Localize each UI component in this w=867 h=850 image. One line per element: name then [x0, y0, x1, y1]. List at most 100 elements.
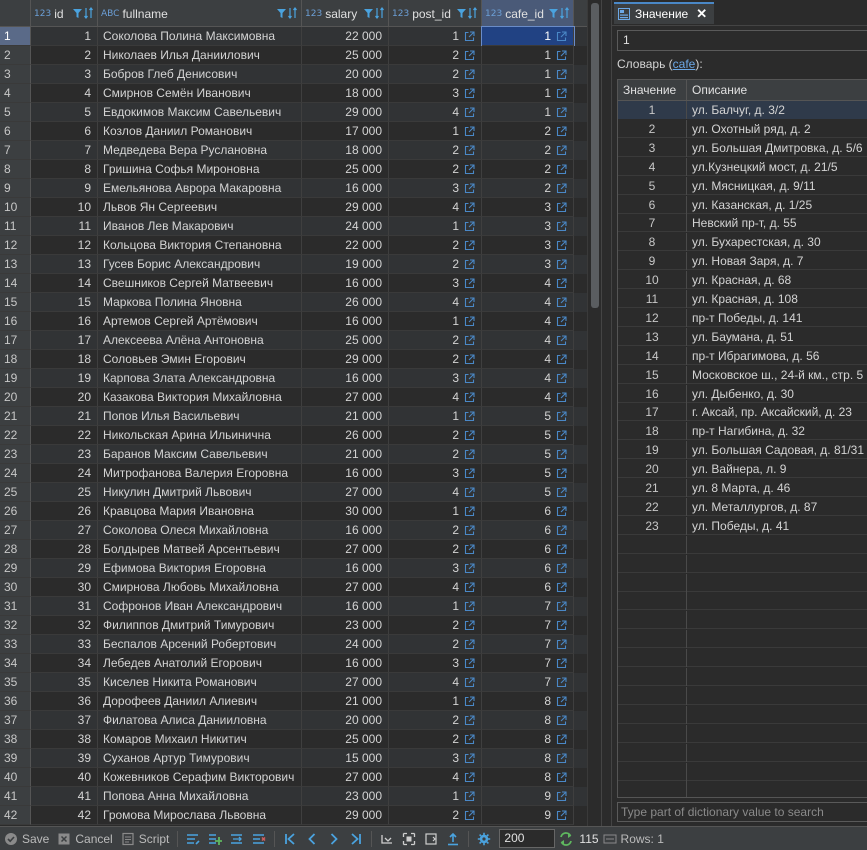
cell-cafe-id[interactable]: 9	[482, 806, 574, 825]
dictionary-row[interactable]: 19 ул. Большая Садовая, д. 81/31	[618, 441, 867, 460]
link-icon[interactable]	[464, 31, 475, 42]
cell-post-id[interactable]: 2	[389, 255, 482, 274]
filter-icon[interactable]	[363, 6, 374, 20]
table-row[interactable]: 13 13 Гусев Борис Александрович 19 000 2 3	[0, 255, 587, 274]
cell-id[interactable]: 1	[31, 27, 98, 46]
cell-fullname[interactable]: Гришина Софья Мироновна	[98, 160, 302, 179]
cell-post-id[interactable]: 2	[389, 616, 482, 635]
link-icon[interactable]	[556, 164, 567, 175]
cell-cafe-id[interactable]: 1	[482, 103, 574, 122]
link-icon[interactable]	[464, 639, 475, 650]
cell-salary[interactable]: 24 000	[302, 217, 389, 236]
link-icon[interactable]	[556, 639, 567, 650]
cell-fullname[interactable]: Комаров Михаил Никитич	[98, 730, 302, 749]
cell-id[interactable]: 9	[31, 179, 98, 198]
table-row[interactable]: 19 19 Карпова Злата Александровна 16 000 3 4	[0, 369, 587, 388]
cell-salary[interactable]: 21 000	[302, 445, 389, 464]
table-row[interactable]: 31 31 Софронов Иван Александрович 16 000 1 7	[0, 597, 587, 616]
cell-post-id[interactable]: 2	[389, 445, 482, 464]
table-row[interactable]: 5 5 Евдокимов Максим Савельевич 29 000 4 1	[0, 103, 587, 122]
cell-id[interactable]: 41	[31, 787, 98, 806]
cell-id[interactable]: 11	[31, 217, 98, 236]
cell-salary[interactable]: 25 000	[302, 160, 389, 179]
link-icon[interactable]	[464, 734, 475, 745]
link-icon[interactable]	[464, 468, 475, 479]
link-icon[interactable]	[556, 335, 567, 346]
table-row[interactable]: 2 2 Николаев Илья Даниилович 25 000 2 1	[0, 46, 587, 65]
cell-id[interactable]: 3	[31, 65, 98, 84]
cell-salary[interactable]: 16 000	[302, 464, 389, 483]
dictionary-header-value[interactable]: Значение	[618, 80, 687, 101]
cell-cafe-id[interactable]: 8	[482, 749, 574, 768]
link-icon[interactable]	[464, 221, 475, 232]
cell-fullname[interactable]: Баранов Максим Савельевич	[98, 445, 302, 464]
link-icon[interactable]	[464, 373, 475, 384]
link-icon[interactable]	[464, 677, 475, 688]
cell-fullname[interactable]: Николаев Илья Даниилович	[98, 46, 302, 65]
dictionary-header-description[interactable]: Описание	[687, 80, 747, 101]
cell-fullname[interactable]: Евдокимов Максим Савельевич	[98, 103, 302, 122]
copy-row-button[interactable]	[226, 827, 248, 850]
sort-icon[interactable]	[84, 6, 93, 20]
row-number[interactable]: 2	[0, 46, 31, 65]
cell-salary[interactable]: 27 000	[302, 483, 389, 502]
edit-row-button[interactable]	[182, 827, 204, 850]
table-row[interactable]: 35 35 Киселев Никита Романович 27 000 4 7	[0, 673, 587, 692]
cell-post-id[interactable]: 2	[389, 730, 482, 749]
cell-id[interactable]: 28	[31, 540, 98, 559]
row-number[interactable]: 25	[0, 483, 31, 502]
cell-cafe-id[interactable]: 3	[482, 236, 574, 255]
cell-salary[interactable]: 16 000	[302, 654, 389, 673]
link-icon[interactable]	[464, 278, 475, 289]
cell-post-id[interactable]: 1	[389, 217, 482, 236]
link-icon[interactable]	[556, 810, 567, 821]
cell-cafe-id[interactable]: 4	[482, 331, 574, 350]
link-icon[interactable]	[464, 772, 475, 783]
cell-post-id[interactable]: 2	[389, 635, 482, 654]
cell-salary[interactable]: 22 000	[302, 236, 389, 255]
dictionary-row[interactable]: 22 ул. Металлургов, д. 87	[618, 497, 867, 516]
cell-fullname[interactable]: Кожевников Серафим Викторович	[98, 768, 302, 787]
cell-fullname[interactable]: Маркова Полина Яновна	[98, 293, 302, 312]
row-number[interactable]: 6	[0, 122, 31, 141]
link-icon[interactable]	[556, 582, 567, 593]
cell-post-id[interactable]: 2	[389, 141, 482, 160]
dictionary-row[interactable]: 18 пр-т Нагибина, д. 32	[618, 422, 867, 441]
table-row[interactable]: 39 39 Суханов Артур Тимурович 15 000 3 8	[0, 749, 587, 768]
dictionary-row[interactable]: 2 ул. Охотный ряд, д. 2	[618, 119, 867, 138]
table-row[interactable]: 17 17 Алексеева Алёна Антоновна 25 000 2 4	[0, 331, 587, 350]
row-number[interactable]: 8	[0, 160, 31, 179]
link-icon[interactable]	[464, 183, 475, 194]
row-number[interactable]: 29	[0, 559, 31, 578]
link-icon[interactable]	[556, 677, 567, 688]
table-row[interactable]: 27 27 Соколова Олеся Михайловна 16 000 2 6	[0, 521, 587, 540]
link-icon[interactable]	[556, 487, 567, 498]
row-number[interactable]: 10	[0, 198, 31, 217]
dictionary-row[interactable]: 11 ул. Красная, д. 108	[618, 290, 867, 308]
cell-salary[interactable]: 15 000	[302, 749, 389, 768]
row-number[interactable]: 13	[0, 255, 31, 274]
link-icon[interactable]	[556, 601, 567, 612]
sort-icon[interactable]	[468, 6, 477, 20]
link-icon[interactable]	[464, 69, 475, 80]
cell-cafe-id[interactable]: 6	[482, 502, 574, 521]
cell-salary[interactable]: 24 000	[302, 635, 389, 654]
cell-post-id[interactable]: 3	[389, 179, 482, 198]
cell-id[interactable]: 35	[31, 673, 98, 692]
table-row[interactable]: 9 9 Емельянова Аврора Макаровна 16 000 3 2	[0, 179, 587, 198]
table-row[interactable]: 36 36 Дорофеев Даниил Алиевич 21 000 1 8	[0, 692, 587, 711]
dictionary-link[interactable]: cafe	[673, 57, 696, 71]
table-row[interactable]: 42 42 Громова Мирослава Львовна 29 000 2 9	[0, 806, 587, 825]
cell-post-id[interactable]: 3	[389, 654, 482, 673]
link-icon[interactable]	[556, 563, 567, 574]
cell-id[interactable]: 38	[31, 730, 98, 749]
add-row-button[interactable]	[204, 827, 226, 850]
cell-post-id[interactable]: 3	[389, 369, 482, 388]
cell-cafe-id[interactable]: 1	[482, 84, 574, 103]
filter-icon[interactable]	[548, 6, 559, 20]
table-row[interactable]: 8 8 Гришина Софья Мироновна 25 000 2 2	[0, 160, 587, 179]
cell-post-id[interactable]: 2	[389, 331, 482, 350]
cell-post-id[interactable]: 3	[389, 559, 482, 578]
row-number[interactable]: 37	[0, 711, 31, 730]
cell-cafe-id[interactable]: 5	[482, 464, 574, 483]
